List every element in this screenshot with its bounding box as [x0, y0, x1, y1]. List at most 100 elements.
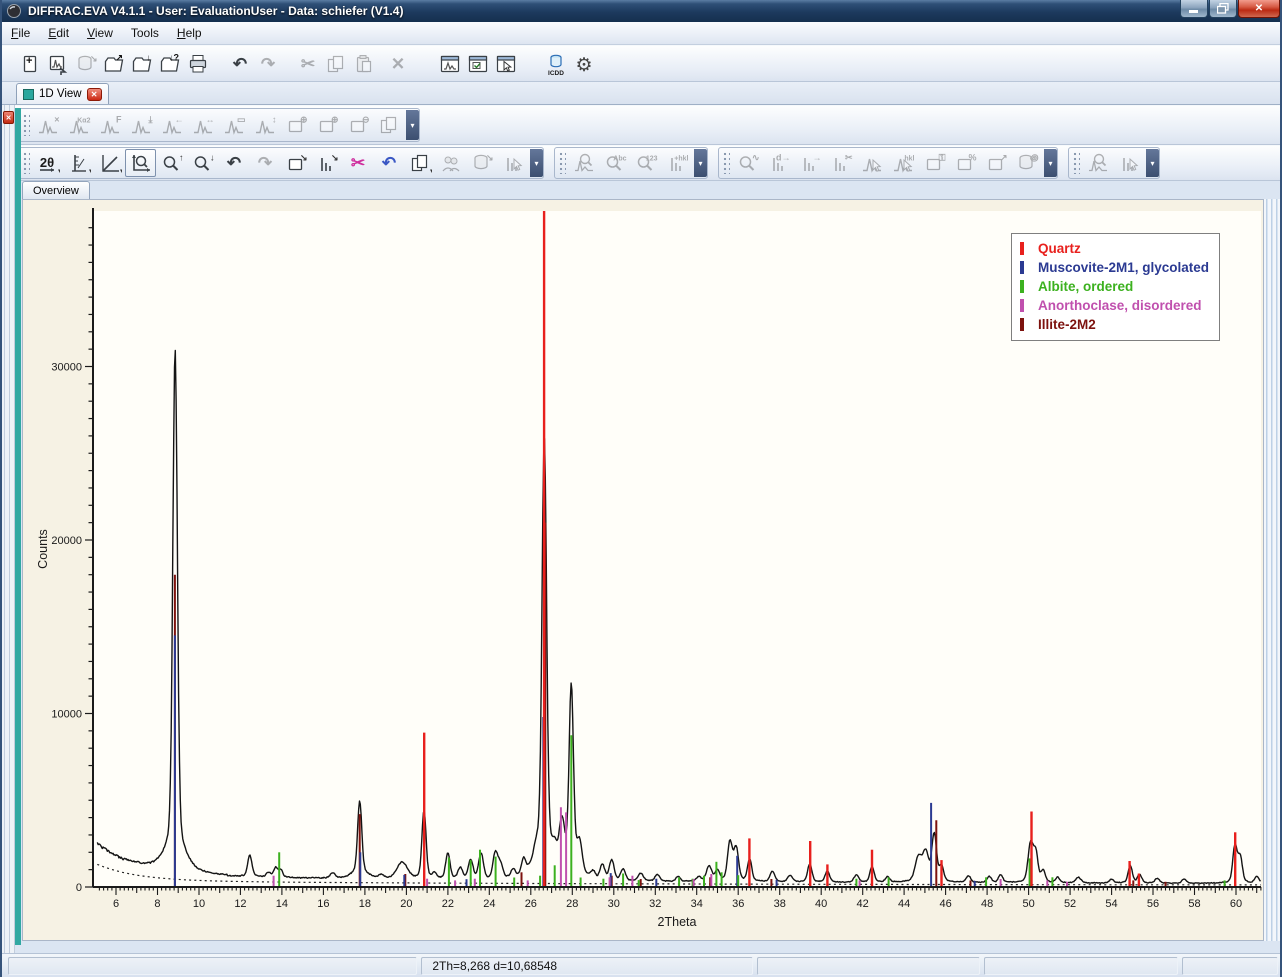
legend-stick-icon [1020, 299, 1024, 312]
icdd-database-button[interactable]: ICDD [542, 49, 570, 79]
legend-entry[interactable]: Anorthoclase, disordered [1020, 296, 1209, 315]
menu-tools[interactable]: Tools [122, 23, 168, 43]
svg-text:↘: ↘ [485, 153, 493, 163]
svg-text:44: 44 [898, 898, 910, 910]
svg-text:∿: ∿ [751, 153, 759, 163]
svg-text:56: 56 [1147, 898, 1159, 910]
panel-close-icon[interactable]: ✕ [3, 111, 14, 124]
delete-button: ✕ [384, 49, 412, 79]
svg-text:↘: ↘ [299, 153, 307, 163]
svg-text:Abc: Abc [613, 156, 626, 163]
data-tree-view-button[interactable] [436, 49, 464, 79]
svg-text:↘: ↘ [90, 53, 98, 63]
scan-processing-group: ×Kα2F⤓←↔▭↕⊕⊕⊖▾ [18, 108, 420, 142]
svg-text:6: 6 [113, 898, 119, 910]
export-file-button[interactable]: ↗ [100, 49, 128, 79]
append-view-button: ⊕ [280, 111, 311, 139]
group-drag-handle[interactable] [23, 152, 30, 174]
svg-text:10: 10 [193, 898, 205, 910]
bars-cut-button: ✂ [825, 149, 856, 177]
svg-text:F: F [116, 115, 122, 125]
y-axis-scale-dropdown[interactable]: ▾ [63, 149, 94, 177]
menu-view[interactable]: View [78, 23, 122, 43]
overview-tab[interactable]: Overview [22, 181, 90, 199]
undo-button[interactable]: ↶ [226, 49, 254, 79]
menu-edit[interactable]: Edit [39, 23, 78, 43]
display-tools-group-overflow-dropdown[interactable]: ▾ [530, 149, 543, 177]
legend-phase-label: Illite-2M2 [1038, 317, 1096, 332]
peak-select-button [856, 149, 887, 177]
search-by-peaks-button [568, 149, 599, 177]
svg-text:42: 42 [857, 898, 869, 910]
restore-button[interactable] [1209, 0, 1237, 18]
svg-text:+: + [26, 55, 32, 67]
zoom-out-button[interactable]: ↓ [187, 149, 218, 177]
legend-phase-label: Quartz [1038, 241, 1081, 256]
minimize-button[interactable] [1180, 0, 1208, 18]
send-to-columns-button[interactable]: ↘ [311, 149, 342, 177]
menu-file[interactable]: File [2, 23, 39, 43]
svg-text:0: 0 [76, 882, 82, 894]
export-area-button: ↗ [980, 149, 1011, 177]
copy-view-dropdown[interactable]: ▾ [404, 149, 435, 177]
restore-pattern-button[interactable]: ↶ [373, 149, 404, 177]
scale-linear-dropdown[interactable]: ▾ [94, 149, 125, 177]
active-view-accent-bar [15, 108, 21, 945]
pattern-tools-group: ∿d→→✂hkl⚿%↗꩜▾ [718, 147, 1058, 179]
group-drag-handle[interactable] [23, 114, 30, 136]
svg-text:✕: ✕ [391, 54, 405, 73]
title-bar[interactable]: DIFFRAC.EVA V4.1.1 - User: EvaluationUse… [2, 0, 1282, 22]
group-drag-handle[interactable] [1073, 152, 1080, 174]
legend-entry[interactable]: Quartz [1020, 239, 1209, 258]
svg-text:▾: ▾ [58, 168, 60, 175]
new-document-button[interactable]: + [16, 49, 44, 79]
residue-tools-group: ▾ [1068, 147, 1160, 179]
svg-text:20: 20 [400, 898, 412, 910]
option-view-button[interactable] [464, 49, 492, 79]
svg-text:←: ← [174, 115, 183, 125]
zoom-mode-button[interactable] [125, 149, 156, 177]
legend-entry[interactable]: Albite, ordered [1020, 277, 1209, 296]
svg-text:2Theta: 2Theta [658, 915, 697, 929]
scan-processing-group-overflow-dropdown[interactable]: ▾ [406, 110, 419, 140]
legend-stick-icon [1020, 261, 1024, 274]
svg-text:28: 28 [566, 898, 578, 910]
group-drag-handle[interactable] [559, 152, 566, 174]
legend-entry[interactable]: Muscovite-2M1, glycolated [1020, 258, 1209, 277]
search-group-overflow-dropdown[interactable]: ▾ [694, 149, 707, 177]
svg-text:22: 22 [442, 898, 454, 910]
shift-x-button: ← [156, 111, 187, 139]
group-drag-handle[interactable] [723, 152, 730, 174]
view-undo-button[interactable]: ↶ [218, 149, 249, 177]
residue-tools-group-overflow-dropdown[interactable]: ▾ [1146, 149, 1159, 177]
close-button[interactable]: ✕ [1238, 0, 1280, 18]
status-segment [984, 957, 1178, 975]
legend-entry[interactable]: Illite-2M2 [1020, 315, 1209, 334]
tab-1d-view[interactable]: 1D View ✕ [16, 83, 109, 104]
print-button[interactable] [184, 49, 212, 79]
import-scan-button[interactable] [44, 49, 72, 79]
svg-text:▾: ▾ [120, 168, 122, 175]
menu-help[interactable]: Help [168, 23, 211, 43]
zoom-in-button[interactable]: ↑ [156, 149, 187, 177]
pattern-tools-group-overflow-dropdown[interactable]: ▾ [1044, 149, 1057, 177]
save-file-button[interactable]: ↓ [128, 49, 156, 79]
svg-text:Counts: Counts [36, 529, 50, 569]
selection-view-button[interactable] [492, 49, 520, 79]
cut-pattern-button[interactable]: ✂ [342, 149, 373, 177]
redo-button: ↷ [254, 49, 282, 79]
settings-button[interactable]: ⚙ [570, 49, 598, 79]
svg-text:30000: 30000 [51, 362, 82, 374]
view-type-icon [23, 89, 34, 100]
x-axis-2theta-dropdown[interactable]: 2θ▾ [32, 149, 63, 177]
svg-text:Kα2: Kα2 [77, 118, 90, 125]
copy-range-button[interactable]: ↘ [280, 149, 311, 177]
legend-phase-label: Muscovite-2M1, glycolated [1038, 260, 1209, 275]
svg-text:52: 52 [1064, 898, 1076, 910]
chart-legend[interactable]: Quartz Muscovite-2M1, glycolated Albite, o… [1011, 233, 1220, 341]
svg-text:54: 54 [1105, 898, 1117, 910]
background-subtract-button: ⤓ [125, 111, 156, 139]
tab-close-icon[interactable]: ✕ [87, 88, 102, 101]
svg-text:10000: 10000 [51, 709, 82, 721]
save-as-button[interactable]: ↓? [156, 49, 184, 79]
